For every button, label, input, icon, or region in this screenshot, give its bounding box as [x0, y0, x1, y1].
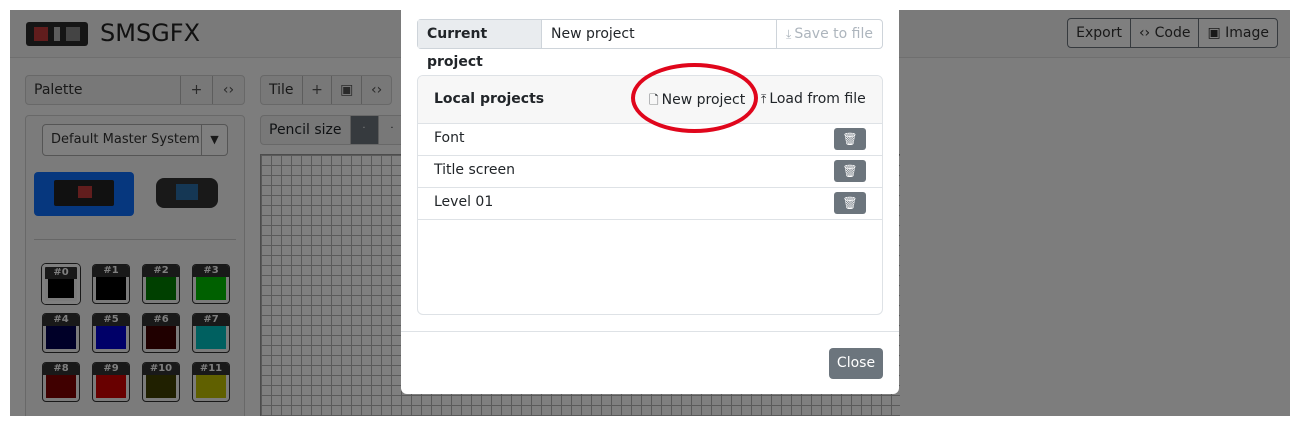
project-modal: Current project New project ⤓ Save to fil…: [401, 10, 899, 394]
new-file-icon: 🗋: [649, 93, 659, 107]
trash-icon[interactable]: 🗑: [834, 128, 866, 150]
trash-icon[interactable]: 🗑: [834, 160, 866, 182]
new-project-label: New project: [661, 92, 746, 108]
new-project-button[interactable]: 🗋 New project: [649, 91, 745, 112]
project-row[interactable]: Font 🗑: [418, 124, 882, 156]
save-to-file-button[interactable]: ⤓ Save to file: [776, 20, 882, 48]
local-projects-card: Local projects 🗋 New project ⤒ Load from f…: [417, 75, 883, 315]
project-name: Title screen: [434, 162, 515, 178]
load-from-file-button[interactable]: ⤒ Load from file: [761, 91, 866, 107]
project-row[interactable]: Level 01 🗑: [418, 188, 882, 220]
load-from-file-label: Load from file: [769, 91, 866, 107]
local-projects-header: Local projects 🗋 New project ⤒ Load from f…: [418, 76, 882, 124]
trash-icon[interactable]: 🗑: [834, 192, 866, 214]
project-name: Font: [434, 130, 465, 146]
project-name: Level 01: [434, 194, 494, 210]
save-to-file-label: Save to file: [794, 26, 873, 42]
project-name-input[interactable]: New project: [542, 20, 776, 48]
upload-icon: ⤒: [761, 92, 767, 106]
project-row[interactable]: Title screen 🗑: [418, 156, 882, 188]
modal-footer-divider: [401, 331, 899, 332]
current-project-label: Current project: [418, 20, 542, 70]
current-project-group: Current project New project ⤓ Save to fil…: [417, 19, 883, 70]
local-projects-title: Local projects: [434, 91, 545, 107]
download-icon: ⤓: [786, 27, 792, 41]
close-button[interactable]: Close: [829, 348, 883, 379]
